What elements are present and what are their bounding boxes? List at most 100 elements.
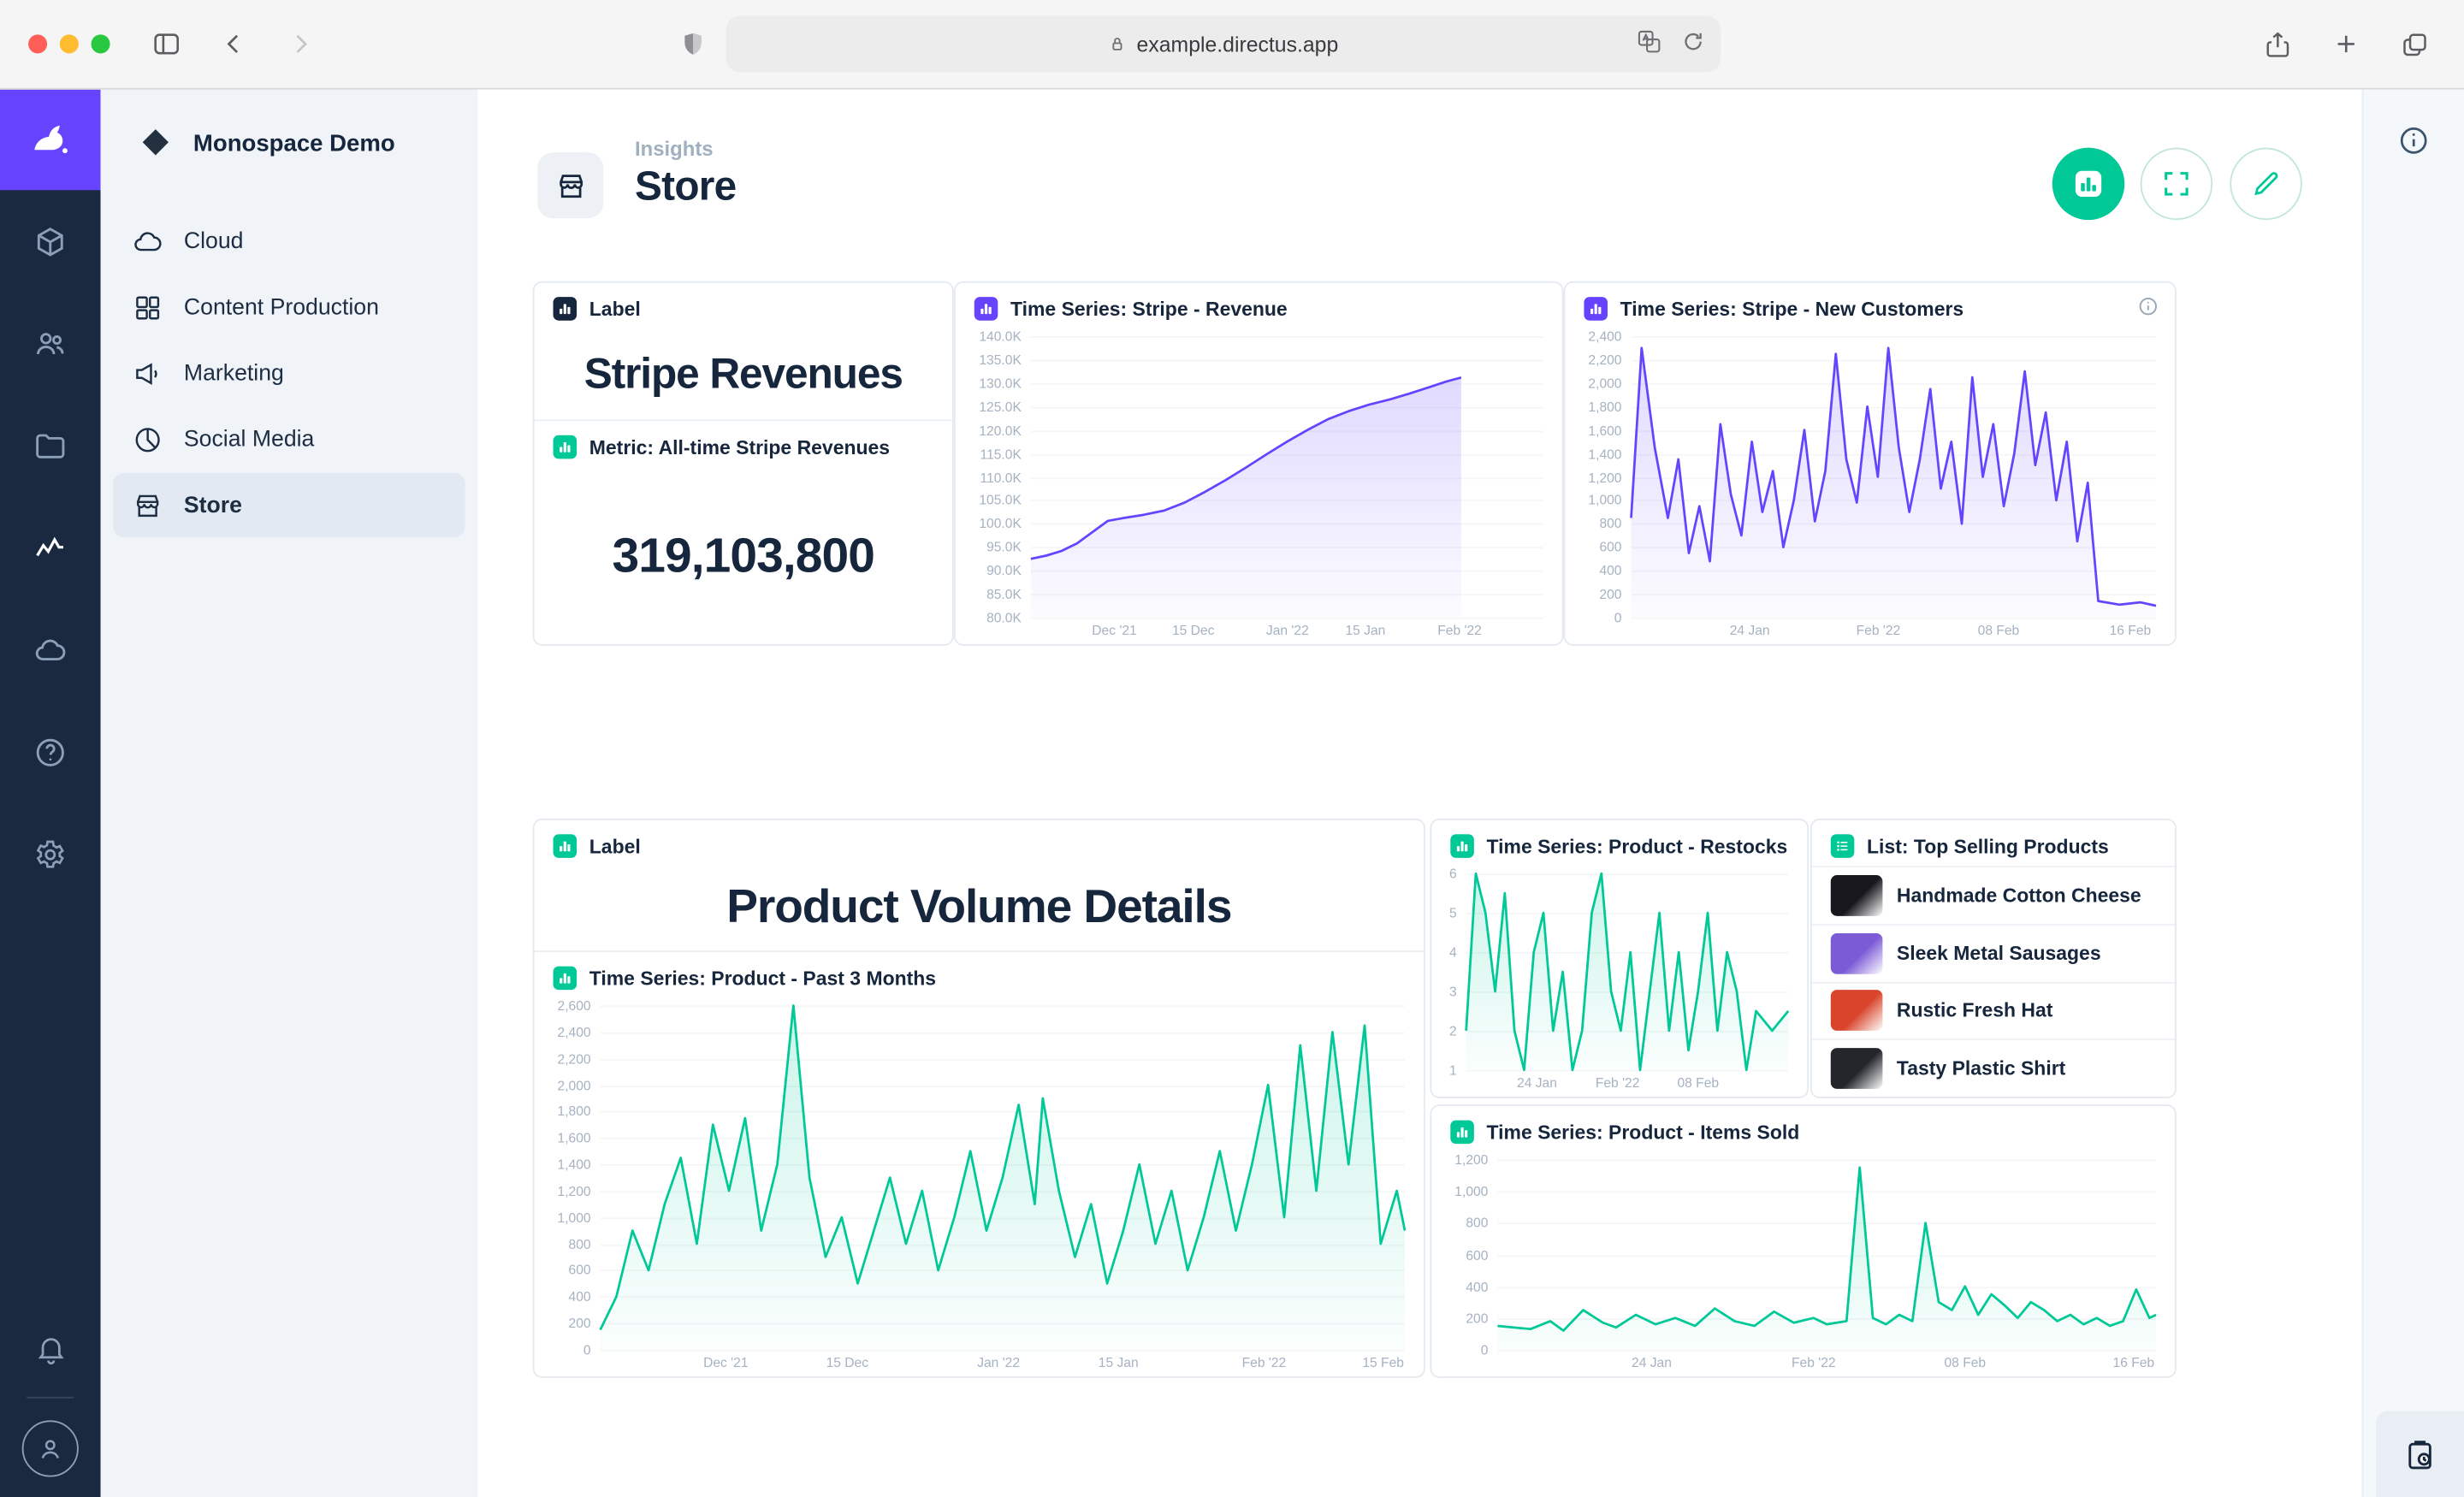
product-thumbnail: [1831, 932, 1883, 973]
list-panel-icon: [1831, 834, 1855, 858]
sidebar-item-label: Social Media: [184, 427, 314, 452]
info-icon[interactable]: [2397, 124, 2431, 165]
module-files-icon[interactable]: [0, 394, 101, 496]
tabs-overview-icon[interactable]: [2400, 29, 2430, 59]
panel-header-label: Time Series: Stripe - New Customers: [1620, 298, 1964, 320]
grid-icon: [132, 292, 163, 323]
sidebar-item-label: Store: [184, 493, 242, 518]
panel-top-products[interactable]: List: Top Selling Products Handmade Cott…: [1810, 819, 2177, 1098]
past-3-months-chart: 2,6002,4002,2002,0001,8001,6001,4001,200…: [534, 997, 1424, 1376]
sidebar-item-marketing[interactable]: Marketing: [113, 341, 465, 405]
panel-new-customers[interactable]: Time Series: Stripe - New Customers 2,40…: [1564, 281, 2177, 646]
module-settings-icon[interactable]: [0, 803, 101, 905]
dashboard-icon: [537, 152, 603, 218]
megaphone-icon: [132, 358, 163, 389]
timeseries-panel-icon: [1584, 297, 1608, 321]
sidebar-item-social-media[interactable]: Social Media: [113, 407, 465, 471]
user-avatar[interactable]: [22, 1420, 79, 1476]
page-title: Store: [635, 162, 736, 209]
sidebar-item-label: Marketing: [184, 361, 284, 386]
forward-icon[interactable]: [286, 30, 314, 58]
sidebar-item-cloud[interactable]: Cloud: [113, 209, 465, 273]
metric-value: 319,103,800: [612, 527, 874, 583]
module-help-icon[interactable]: [0, 701, 101, 802]
back-icon[interactable]: [220, 30, 248, 58]
notifications-bell-icon[interactable]: [0, 1309, 101, 1388]
panel-header-label: Time Series: Product - Restocks: [1487, 835, 1788, 857]
product-name: Handmade Cotton Cheese: [1897, 885, 2141, 907]
project-name: Monospace Demo: [193, 130, 395, 157]
add-panel-button[interactable]: [2052, 148, 2124, 220]
new-customers-chart: 2,4002,2002,0001,8001,6001,4001,2001,000…: [1565, 328, 2175, 644]
pie-chart-icon: [132, 423, 163, 455]
product-name: Sleek Metal Sausages: [1897, 942, 2101, 964]
timeseries-panel-icon: [1450, 1121, 1474, 1145]
screen: example.directus.app: [0, 0, 2464, 1497]
edit-dashboard-button[interactable]: [2230, 148, 2301, 220]
sidebar-item-label: Cloud: [184, 228, 244, 253]
list-item[interactable]: Sleek Metal Sausages: [1812, 924, 2175, 981]
panel-header-label: Time Series: Product - Items Sold: [1487, 1121, 1800, 1144]
list-item[interactable]: Rustic Fresh Hat: [1812, 981, 2175, 1038]
panel-header-label: Time Series: Product - Past 3 Months: [589, 967, 936, 990]
share-icon[interactable]: [2263, 29, 2293, 59]
module-bar: [0, 90, 101, 1497]
address-bar[interactable]: example.directus.app: [726, 15, 1721, 72]
list-item[interactable]: Handmade Cotton Cheese: [1812, 866, 2175, 923]
product-name: Rustic Fresh Hat: [1897, 1000, 2052, 1022]
cloud-icon: [132, 226, 163, 257]
label-text: Stripe Revenues: [584, 350, 903, 399]
lock-icon: [1108, 34, 1127, 53]
module-insights-icon[interactable]: [0, 496, 101, 598]
timeseries-panel-icon: [1450, 834, 1474, 858]
divider: [27, 1397, 74, 1399]
module-users-icon[interactable]: [0, 293, 101, 394]
module-cloud-icon[interactable]: [0, 599, 101, 701]
minimize-window-button[interactable]: [60, 34, 79, 53]
new-tab-icon[interactable]: [2332, 30, 2360, 58]
panel-header-label: Label: [589, 835, 641, 857]
timeseries-panel-icon: [554, 967, 578, 991]
close-window-button[interactable]: [28, 34, 47, 53]
timeseries-panel-icon: [974, 297, 998, 321]
browser-toolbar: example.directus.app: [0, 0, 2464, 90]
panel-info-icon[interactable]: [2137, 295, 2159, 322]
product-thumbnail: [1831, 1048, 1883, 1089]
restocks-chart: 65432124 JanFeb '2208 Feb: [1431, 866, 1807, 1097]
product-thumbnail: [1831, 875, 1883, 916]
storefront-icon: [132, 489, 163, 521]
items-sold-chart: 1,2001,000800600400200024 JanFeb '2208 F…: [1431, 1151, 2175, 1376]
list-item[interactable]: Tasty Plastic Shirt: [1812, 1039, 2175, 1097]
url-text: example.directus.app: [1137, 33, 1339, 56]
panel-stripe-label-metric[interactable]: Label Stripe Revenues Metric: All-time S…: [533, 281, 954, 646]
sidebar-item-store[interactable]: Store: [113, 473, 465, 537]
traffic-lights: [28, 34, 110, 53]
panel-restocks[interactable]: Time Series: Product - Restocks 65432124…: [1430, 819, 1809, 1098]
navigation-sidebar: Monospace Demo Cloud Content Production …: [101, 90, 478, 1497]
dashboard-main: Insights Store Label Stripe Revenues: [477, 90, 2361, 1497]
translate-icon[interactable]: [1636, 28, 1662, 60]
module-content-icon[interactable]: [0, 190, 101, 292]
directus-logo[interactable]: [0, 90, 101, 191]
privacy-shield-icon[interactable]: [678, 30, 707, 58]
activity-drawer-button[interactable]: [2376, 1411, 2464, 1497]
label-text: Product Volume Details: [726, 881, 1231, 934]
product-thumbnail: [1831, 991, 1883, 1032]
breadcrumb[interactable]: Insights: [635, 135, 736, 162]
metric-panel-icon: [554, 435, 578, 459]
panel-product-volume[interactable]: Label Product Volume Details Time Series…: [533, 819, 1425, 1378]
stripe-revenue-chart: 140.0K135.0K130.0K125.0K120.0K115.0K110.…: [956, 328, 1562, 644]
label-panel-icon: [554, 834, 578, 858]
fullscreen-button[interactable]: [2141, 148, 2212, 220]
panel-items-sold[interactable]: Time Series: Product - Items Sold 1,2001…: [1430, 1104, 2176, 1378]
label-panel-icon: [554, 297, 578, 321]
right-sidebar: [2362, 90, 2464, 1497]
sidebar-toggle-icon[interactable]: [151, 28, 182, 60]
sidebar-item-content-production[interactable]: Content Production: [113, 275, 465, 339]
reload-icon[interactable]: [1681, 30, 1705, 58]
panel-header-label: Time Series: Stripe - Revenue: [1010, 298, 1288, 320]
zoom-window-button[interactable]: [92, 34, 110, 53]
panel-stripe-revenue[interactable]: Time Series: Stripe - Revenue 140.0K135.…: [954, 281, 1564, 646]
sidebar-item-label: Content Production: [184, 294, 379, 319]
product-name: Tasty Plastic Shirt: [1897, 1057, 2065, 1080]
